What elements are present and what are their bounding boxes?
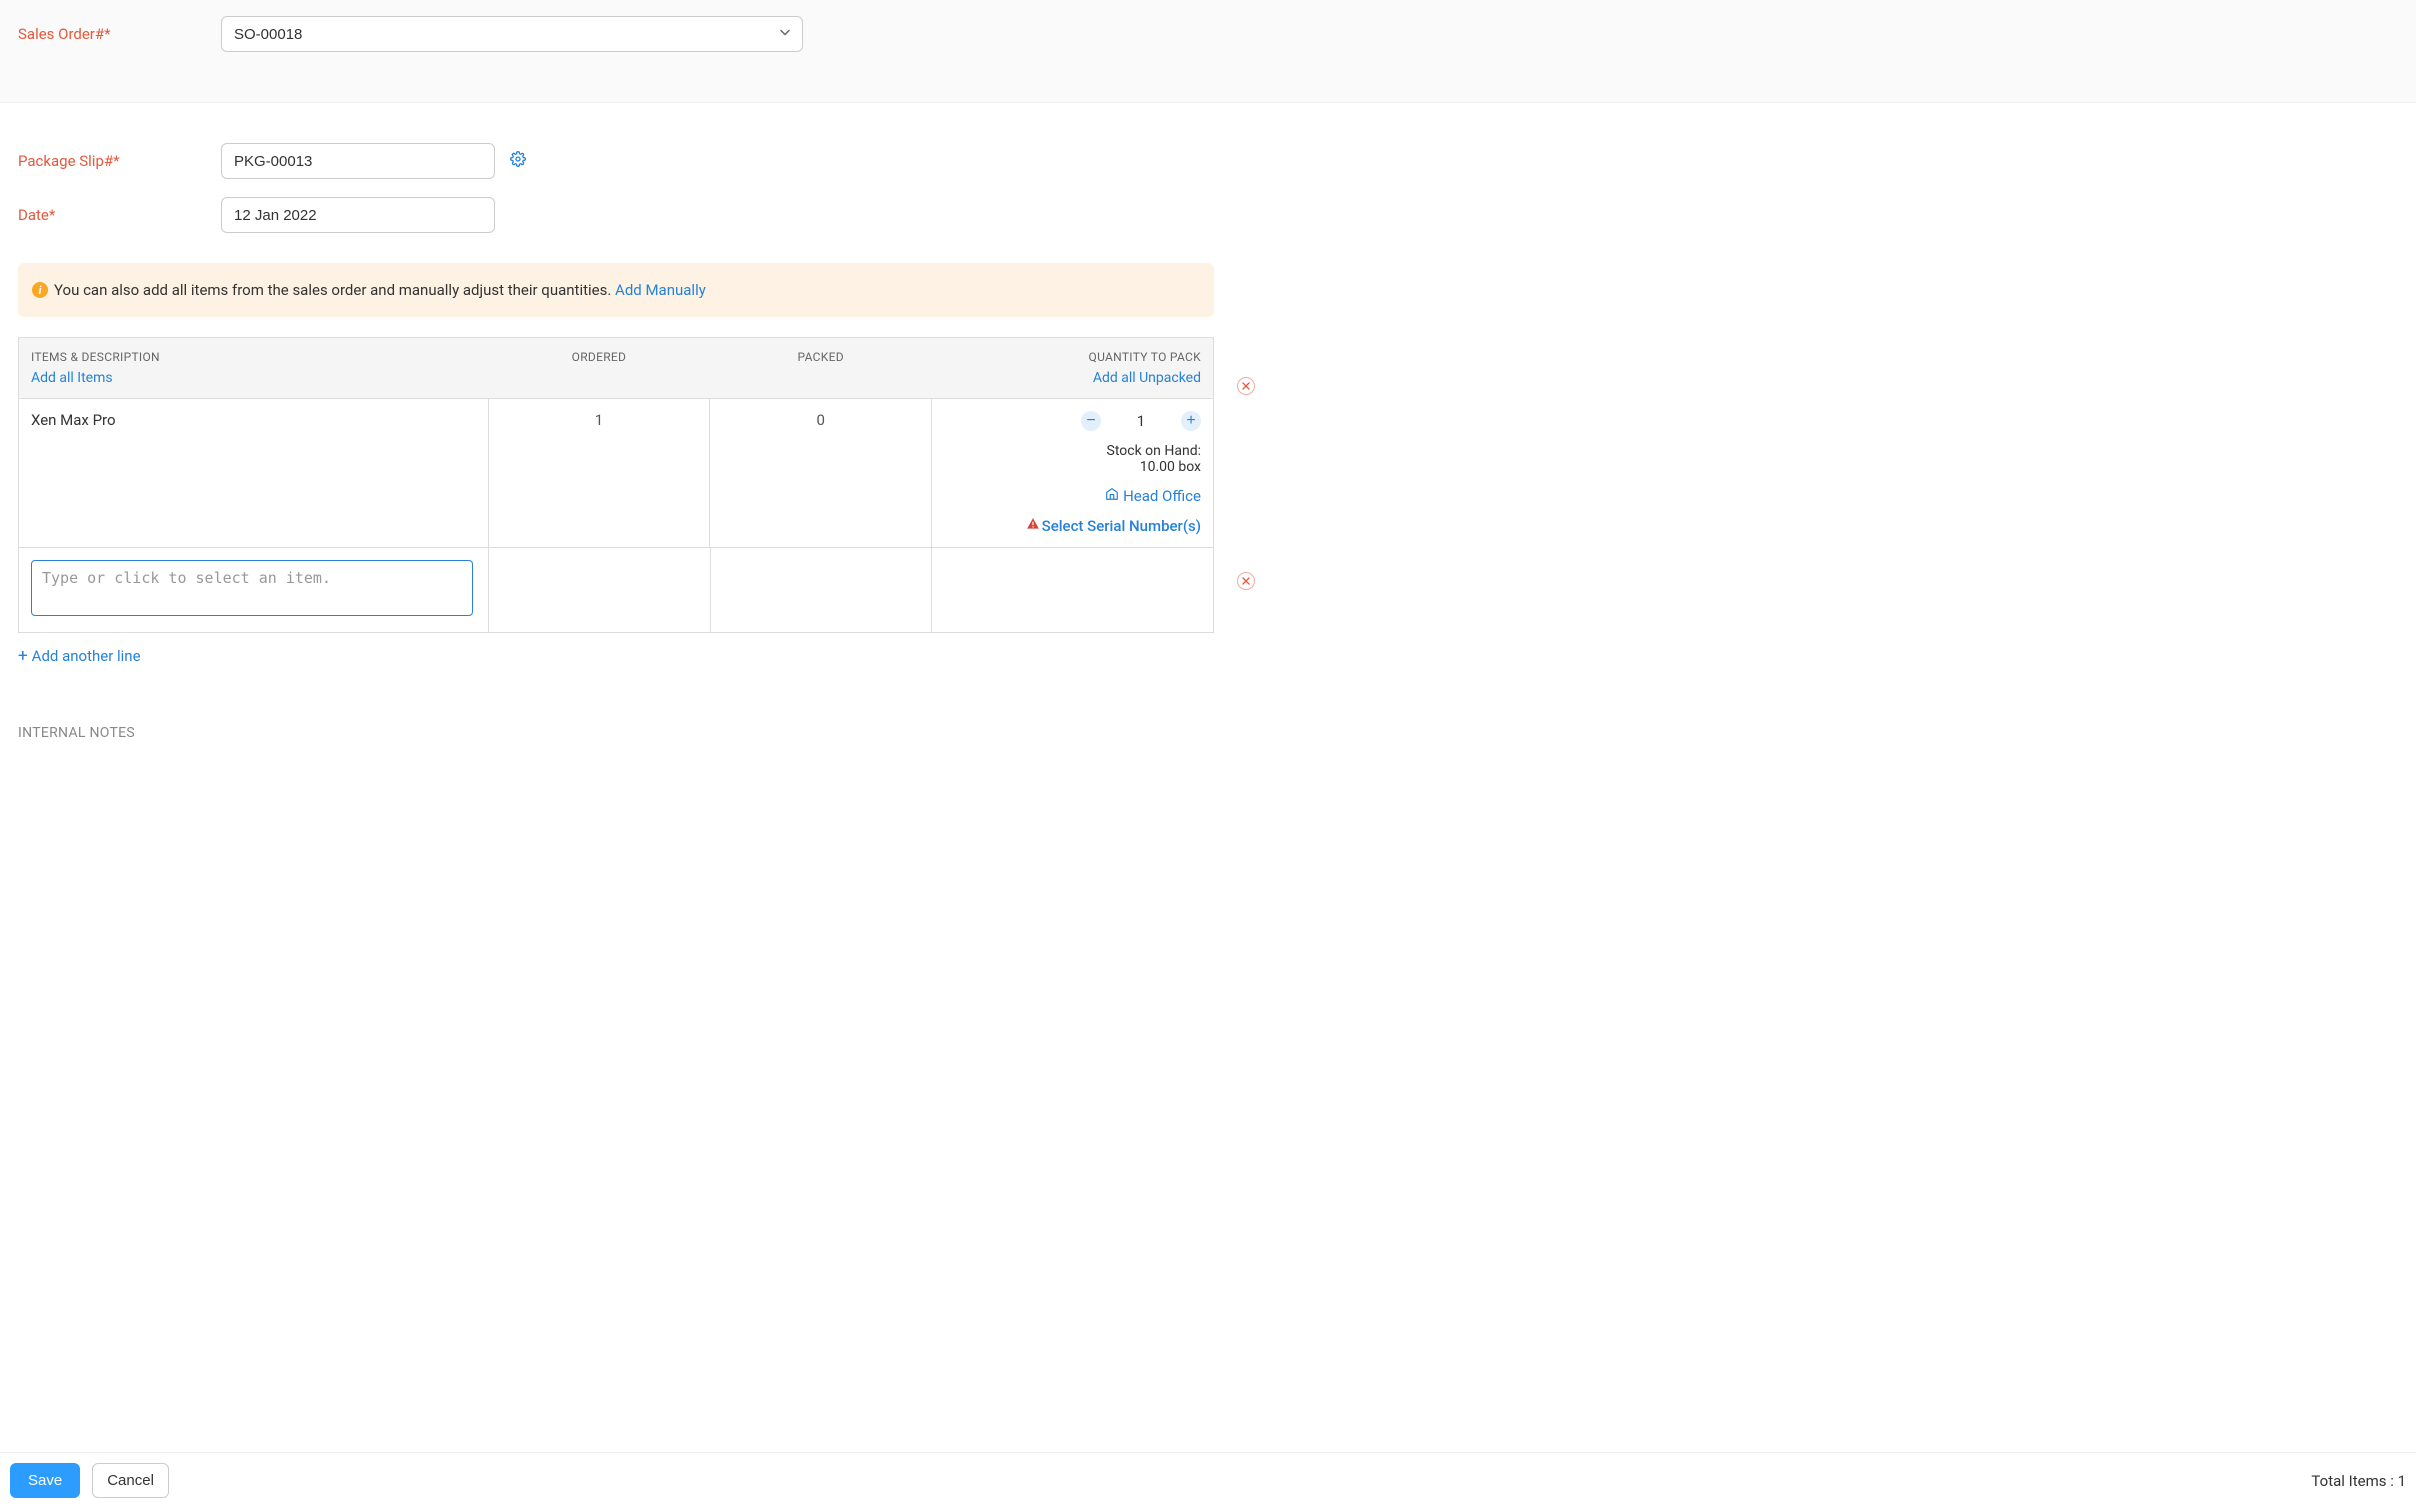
col-header-packed: Packed	[798, 350, 844, 364]
table-row: Xen Max Pro 1 0 − 1 +	[19, 399, 1214, 548]
stock-on-hand-value: 10.00 box	[1140, 459, 1201, 475]
info-icon: i	[32, 282, 48, 298]
quantity-stepper: − 1 +	[1081, 411, 1201, 431]
qty-minus-button[interactable]: −	[1081, 411, 1101, 431]
select-serial-link[interactable]: Select Serial Number(s)	[1026, 517, 1201, 535]
item-packed: 0	[817, 411, 825, 429]
add-all-items-link[interactable]: Add all Items	[31, 370, 476, 386]
gear-icon[interactable]	[510, 151, 526, 171]
add-manually-link[interactable]: Add Manually	[615, 281, 706, 299]
items-table: Items & Description Add all Items Ordere…	[18, 337, 1214, 548]
date-input[interactable]	[221, 197, 495, 233]
warehouse-link[interactable]: Head Office	[1105, 487, 1201, 505]
sales-order-select[interactable]	[221, 16, 803, 52]
banner-text: You can also add all items from the sale…	[54, 281, 615, 299]
add-line-text: Add another line	[32, 647, 141, 665]
date-label: Date*	[18, 206, 221, 224]
save-button[interactable]: Save	[10, 1463, 80, 1498]
total-items-value: 1	[2398, 1472, 2406, 1490]
qty-value: 1	[1131, 412, 1151, 430]
sales-order-label: Sales Order#*	[18, 25, 221, 43]
remove-row-button[interactable]	[1237, 377, 1255, 395]
footer: Save Cancel Total Items : 1	[0, 1452, 2416, 1508]
item-name: Xen Max Pro	[31, 411, 116, 429]
plus-icon: +	[18, 648, 28, 665]
warehouse-icon	[1105, 487, 1119, 505]
remove-row-button[interactable]	[1237, 572, 1255, 590]
sales-order-input[interactable]	[221, 16, 803, 52]
col-header-items: Items & Description	[31, 350, 160, 364]
col-header-ordered: Ordered	[572, 350, 627, 364]
serial-text: Select Serial Number(s)	[1042, 517, 1201, 535]
cancel-button[interactable]: Cancel	[92, 1463, 169, 1498]
add-all-unpacked-link[interactable]: Add all Unpacked	[944, 370, 1201, 386]
stock-on-hand-label: Stock on Hand:	[1107, 443, 1201, 459]
qty-plus-button[interactable]: +	[1181, 411, 1201, 431]
col-header-qty: Quantity To Pack	[1089, 350, 1201, 364]
total-items-label: Total Items :	[2311, 1472, 2397, 1490]
internal-notes-label: Internal Notes	[18, 725, 2398, 741]
item-select-input[interactable]	[31, 560, 473, 616]
item-ordered: 1	[595, 411, 603, 429]
package-slip-label: Package Slip#*	[18, 152, 221, 170]
table-row-new	[19, 548, 1214, 633]
package-slip-input[interactable]	[221, 143, 495, 179]
add-another-line-link[interactable]: + Add another line	[18, 647, 141, 665]
info-banner: i You can also add all items from the sa…	[18, 263, 1214, 317]
items-table-newrow	[18, 548, 1214, 633]
warehouse-name: Head Office	[1123, 487, 1201, 505]
warning-icon	[1026, 517, 1040, 535]
